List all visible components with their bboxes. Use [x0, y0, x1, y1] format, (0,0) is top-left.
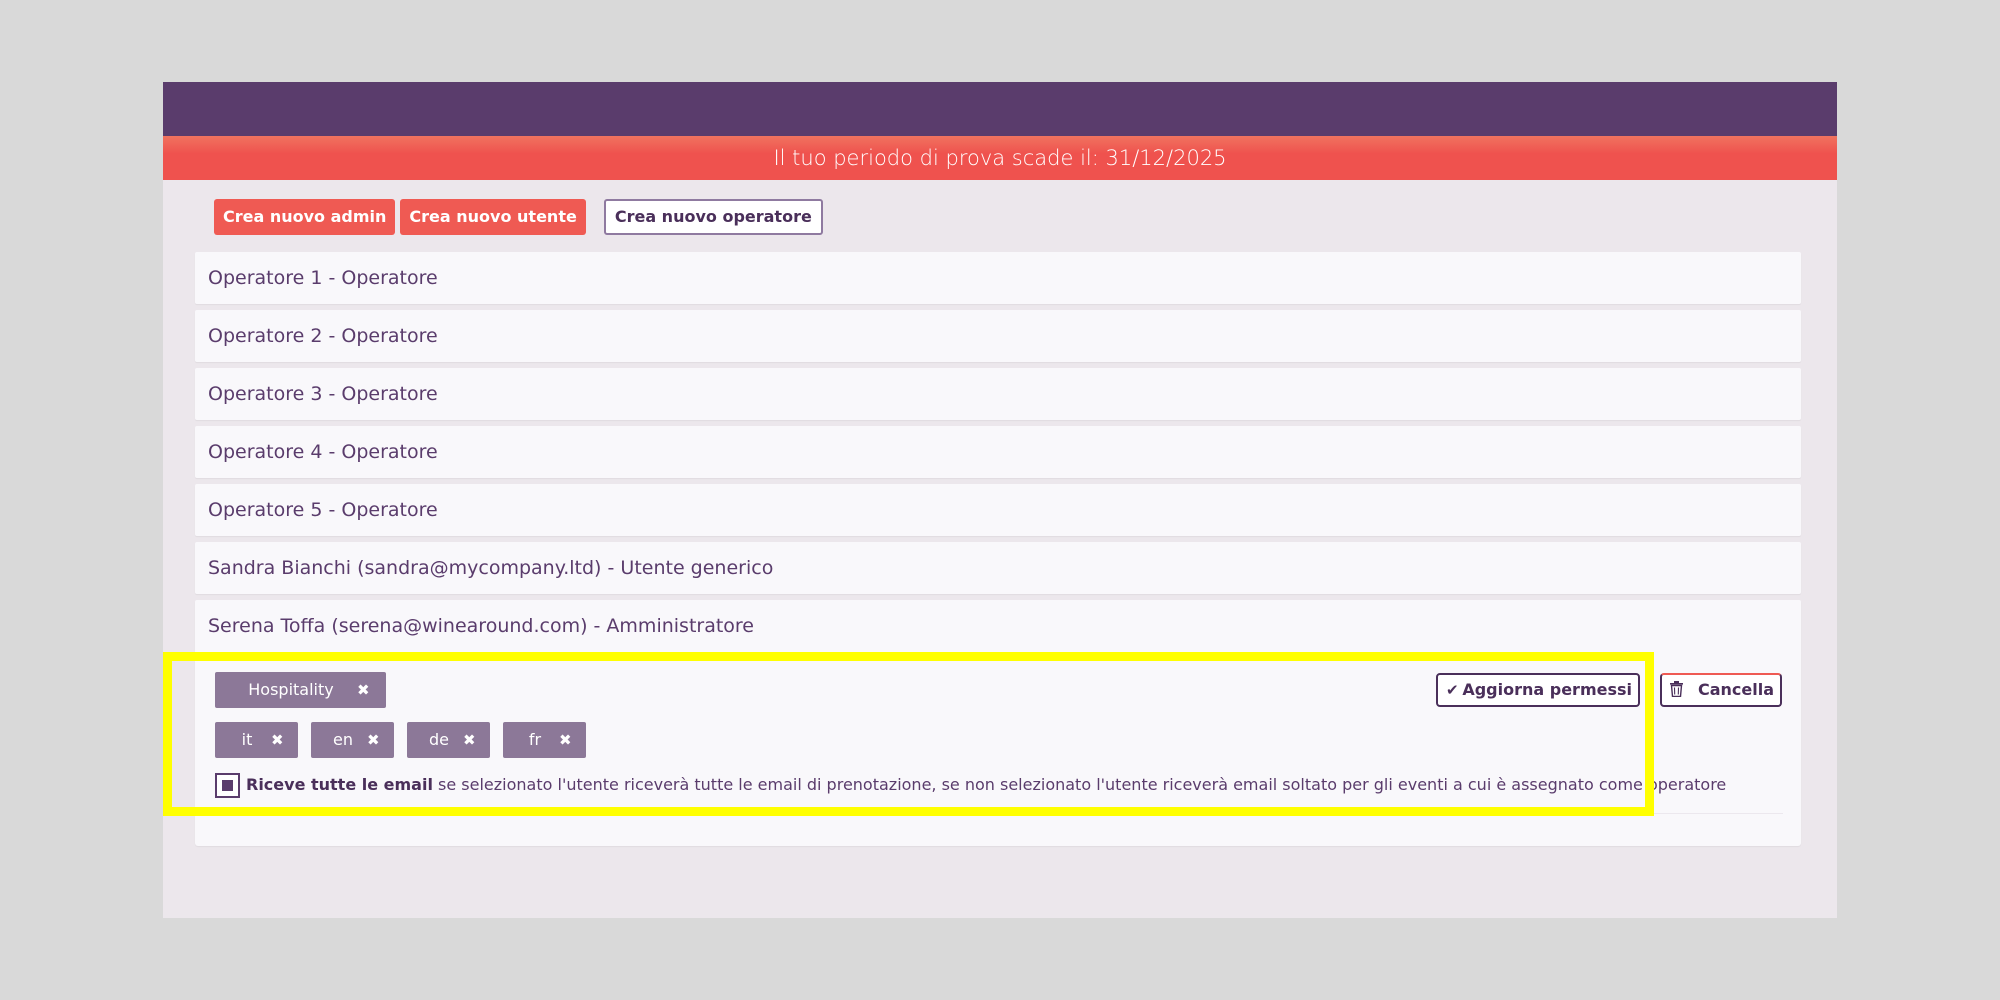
delete-button[interactable]: Cancella [1660, 673, 1782, 707]
user-row[interactable]: Operatore 5 - Operatore [195, 484, 1801, 536]
language-tag-label: it [241, 730, 253, 749]
checkbox-description: se selezionato l'utente riceverà tutte l… [432, 775, 1727, 794]
user-row[interactable]: Operatore 3 - Operatore [195, 368, 1801, 420]
user-row-expanded[interactable]: Serena Toffa (serena@winearound.com) - A… [195, 600, 1801, 652]
language-tag-label: en [333, 730, 353, 749]
trial-banner: Il tuo periodo di prova scade il: 31/12/… [163, 136, 1837, 180]
create-user-button[interactable]: Crea nuovo utente [400, 199, 586, 235]
app-window: Il tuo periodo di prova scade il: 31/12/… [163, 82, 1837, 918]
language-tag-label: de [429, 730, 449, 749]
checkbox-label: Riceve tutte le email [246, 775, 433, 794]
trash-icon [1670, 675, 1683, 705]
email-checkbox-row: Riceve tutte le email se selezionato l'u… [215, 772, 1726, 798]
remove-language-icon[interactable]: ✖ [367, 722, 380, 758]
language-tag-fr: fr ✖ [503, 722, 586, 758]
language-tag-it: it ✖ [215, 722, 298, 758]
user-detail-panel: Hospitality ✖ it ✖ en ✖ de ✖ fr ✖ ✔ Aggi… [195, 652, 1801, 846]
remove-role-icon[interactable]: ✖ [357, 672, 370, 708]
action-buttons: Crea nuovo admin Crea nuovo utente Crea … [214, 199, 823, 235]
check-icon: ✔ [1446, 681, 1459, 699]
role-tag-label: Hospitality [248, 680, 334, 699]
permissions-section: Hospitality ✖ it ✖ en ✖ de ✖ fr ✖ ✔ Aggi… [195, 652, 1783, 814]
role-tag: Hospitality ✖ [215, 672, 386, 708]
user-row[interactable]: Sandra Bianchi (sandra@mycompany.ltd) - … [195, 542, 1801, 594]
remove-language-icon[interactable]: ✖ [463, 722, 476, 758]
update-permissions-button[interactable]: ✔ Aggiorna permessi [1436, 673, 1640, 707]
top-navbar [163, 82, 1837, 136]
create-admin-button[interactable]: Crea nuovo admin [214, 199, 396, 235]
language-tag-de: de ✖ [407, 722, 490, 758]
language-tag-label: fr [528, 730, 542, 749]
user-row[interactable]: Operatore 2 - Operatore [195, 310, 1801, 362]
user-row[interactable]: Operatore 1 - Operatore [195, 252, 1801, 304]
user-row[interactable]: Operatore 4 - Operatore [195, 426, 1801, 478]
remove-language-icon[interactable]: ✖ [559, 722, 572, 758]
create-operator-button[interactable]: Crea nuovo operatore [603, 199, 823, 235]
remove-language-icon[interactable]: ✖ [271, 722, 284, 758]
language-tag-en: en ✖ [311, 722, 394, 758]
user-list: Operatore 1 - Operatore Operatore 2 - Op… [195, 252, 1801, 846]
receive-all-emails-checkbox[interactable] [215, 773, 240, 798]
